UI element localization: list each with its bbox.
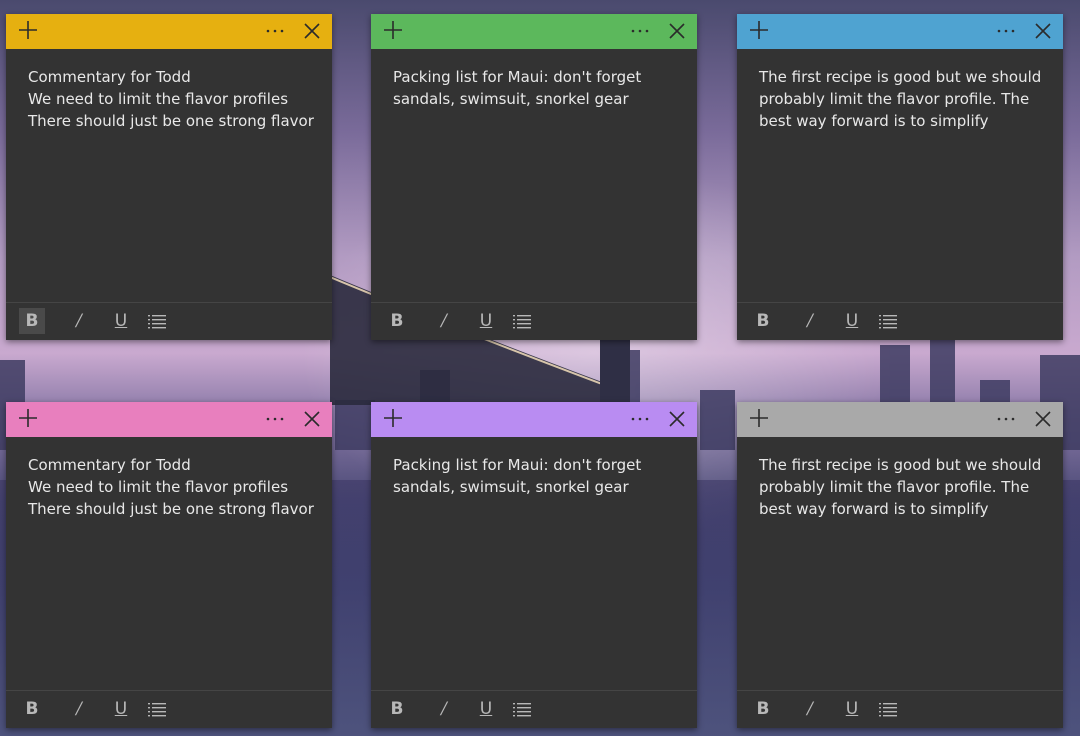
sticky-note-3[interactable]: The first recipe is good but we should pr… [737, 14, 1063, 340]
more-dots-icon[interactable] [629, 20, 651, 42]
plus-icon[interactable] [17, 407, 39, 429]
italic-button[interactable]: / [66, 308, 92, 334]
underline-button[interactable]: U [108, 696, 134, 722]
underline-button[interactable]: U [839, 696, 865, 722]
more-dots-icon[interactable] [995, 20, 1017, 42]
plus-icon[interactable] [748, 407, 770, 429]
format-toolbar: B / U [737, 303, 1063, 340]
note-header-bar[interactable] [371, 402, 697, 437]
sticky-note-5[interactable]: Packing list for Maui: don't forget sanda… [371, 402, 697, 728]
note-header-bar[interactable] [371, 14, 697, 49]
bullet-list-icon [148, 315, 166, 329]
note-text-line: Commentary for Todd [28, 456, 191, 474]
format-toolbar: B / U [371, 303, 697, 340]
bullet-list-button[interactable] [144, 308, 170, 334]
note-text-area[interactable]: Commentary for Todd We need to limit the … [28, 454, 318, 684]
plus-icon[interactable] [382, 19, 404, 41]
bullet-list-icon [513, 315, 531, 329]
note-text-line: sandals, swimsuit, snorkel gear [393, 478, 629, 496]
bold-button[interactable]: B [19, 696, 45, 722]
underline-button[interactable]: U [473, 696, 499, 722]
italic-button[interactable]: / [431, 308, 457, 334]
bold-button[interactable]: B [750, 696, 776, 722]
underline-button[interactable]: U [108, 308, 134, 334]
bullet-list-button[interactable] [509, 308, 535, 334]
sticky-note-1[interactable]: Commentary for Todd We need to limit the … [6, 14, 332, 340]
bullet-list-icon [879, 703, 897, 717]
note-text-line: The first recipe is good but we should [759, 456, 1042, 474]
note-text-line: The first recipe is good but we should [759, 68, 1042, 86]
close-icon[interactable] [1032, 20, 1054, 42]
bullet-list-icon [879, 315, 897, 329]
sticky-note-6[interactable]: The first recipe is good but we should pr… [737, 402, 1063, 728]
bullet-list-icon [513, 703, 531, 717]
note-header-bar[interactable] [737, 402, 1063, 437]
plus-icon[interactable] [748, 19, 770, 41]
plus-icon[interactable] [382, 407, 404, 429]
close-icon[interactable] [301, 408, 323, 430]
bullet-list-button[interactable] [144, 696, 170, 722]
note-text-area[interactable]: Commentary for Todd We need to limit the … [28, 66, 318, 296]
note-text-line: probably limit the flavor profile. The [759, 478, 1030, 496]
format-toolbar: B / U [737, 691, 1063, 728]
note-text-line: probably limit the flavor profile. The [759, 90, 1030, 108]
bold-button[interactable]: B [384, 696, 410, 722]
underline-button[interactable]: U [473, 308, 499, 334]
note-text-line: best way forward is to simplify [759, 112, 989, 130]
note-text-line: We need to limit the flavor profiles [28, 478, 289, 496]
bold-button[interactable]: B [19, 308, 45, 334]
underline-button[interactable]: U [839, 308, 865, 334]
more-dots-icon[interactable] [995, 408, 1017, 430]
note-text-area[interactable]: Packing list for Maui: don't forget sanda… [393, 454, 683, 684]
note-text-area[interactable]: The first recipe is good but we should pr… [759, 454, 1049, 684]
note-header-bar[interactable] [737, 14, 1063, 49]
close-icon[interactable] [1032, 408, 1054, 430]
bullet-list-button[interactable] [875, 308, 901, 334]
more-dots-icon[interactable] [264, 408, 286, 430]
more-dots-icon[interactable] [629, 408, 651, 430]
sticky-note-4[interactable]: Commentary for Todd We need to limit the … [6, 402, 332, 728]
italic-button[interactable]: / [431, 696, 457, 722]
note-header-bar[interactable] [6, 14, 332, 49]
bold-button[interactable]: B [750, 308, 776, 334]
bullet-list-icon [148, 703, 166, 717]
note-text-line: Packing list for Maui: don't forget [393, 456, 642, 474]
note-header-bar[interactable] [6, 402, 332, 437]
bullet-list-button[interactable] [875, 696, 901, 722]
note-text-line: Commentary for Todd [28, 68, 191, 86]
bold-button[interactable]: B [384, 308, 410, 334]
close-icon[interactable] [666, 408, 688, 430]
italic-button[interactable]: / [797, 308, 823, 334]
close-icon[interactable] [301, 20, 323, 42]
note-text-line: sandals, swimsuit, snorkel gear [393, 90, 629, 108]
note-text-area[interactable]: The first recipe is good but we should pr… [759, 66, 1049, 296]
note-text-line: best way forward is to simplify [759, 500, 989, 518]
format-toolbar: B / U [371, 691, 697, 728]
note-text-line: There should just be one strong flavor [28, 112, 314, 130]
plus-icon[interactable] [17, 19, 39, 41]
italic-button[interactable]: / [797, 696, 823, 722]
format-toolbar: B / U [6, 691, 332, 728]
format-toolbar: B / U [6, 303, 332, 340]
italic-button[interactable]: / [66, 696, 92, 722]
note-text-line: We need to limit the flavor profiles [28, 90, 289, 108]
sticky-note-2[interactable]: Packing list for Maui: don't forget sanda… [371, 14, 697, 340]
note-text-line: Packing list for Maui: don't forget [393, 68, 642, 86]
bullet-list-button[interactable] [509, 696, 535, 722]
more-dots-icon[interactable] [264, 20, 286, 42]
note-text-line: There should just be one strong flavor [28, 500, 314, 518]
close-icon[interactable] [666, 20, 688, 42]
note-text-area[interactable]: Packing list for Maui: don't forget sanda… [393, 66, 683, 296]
